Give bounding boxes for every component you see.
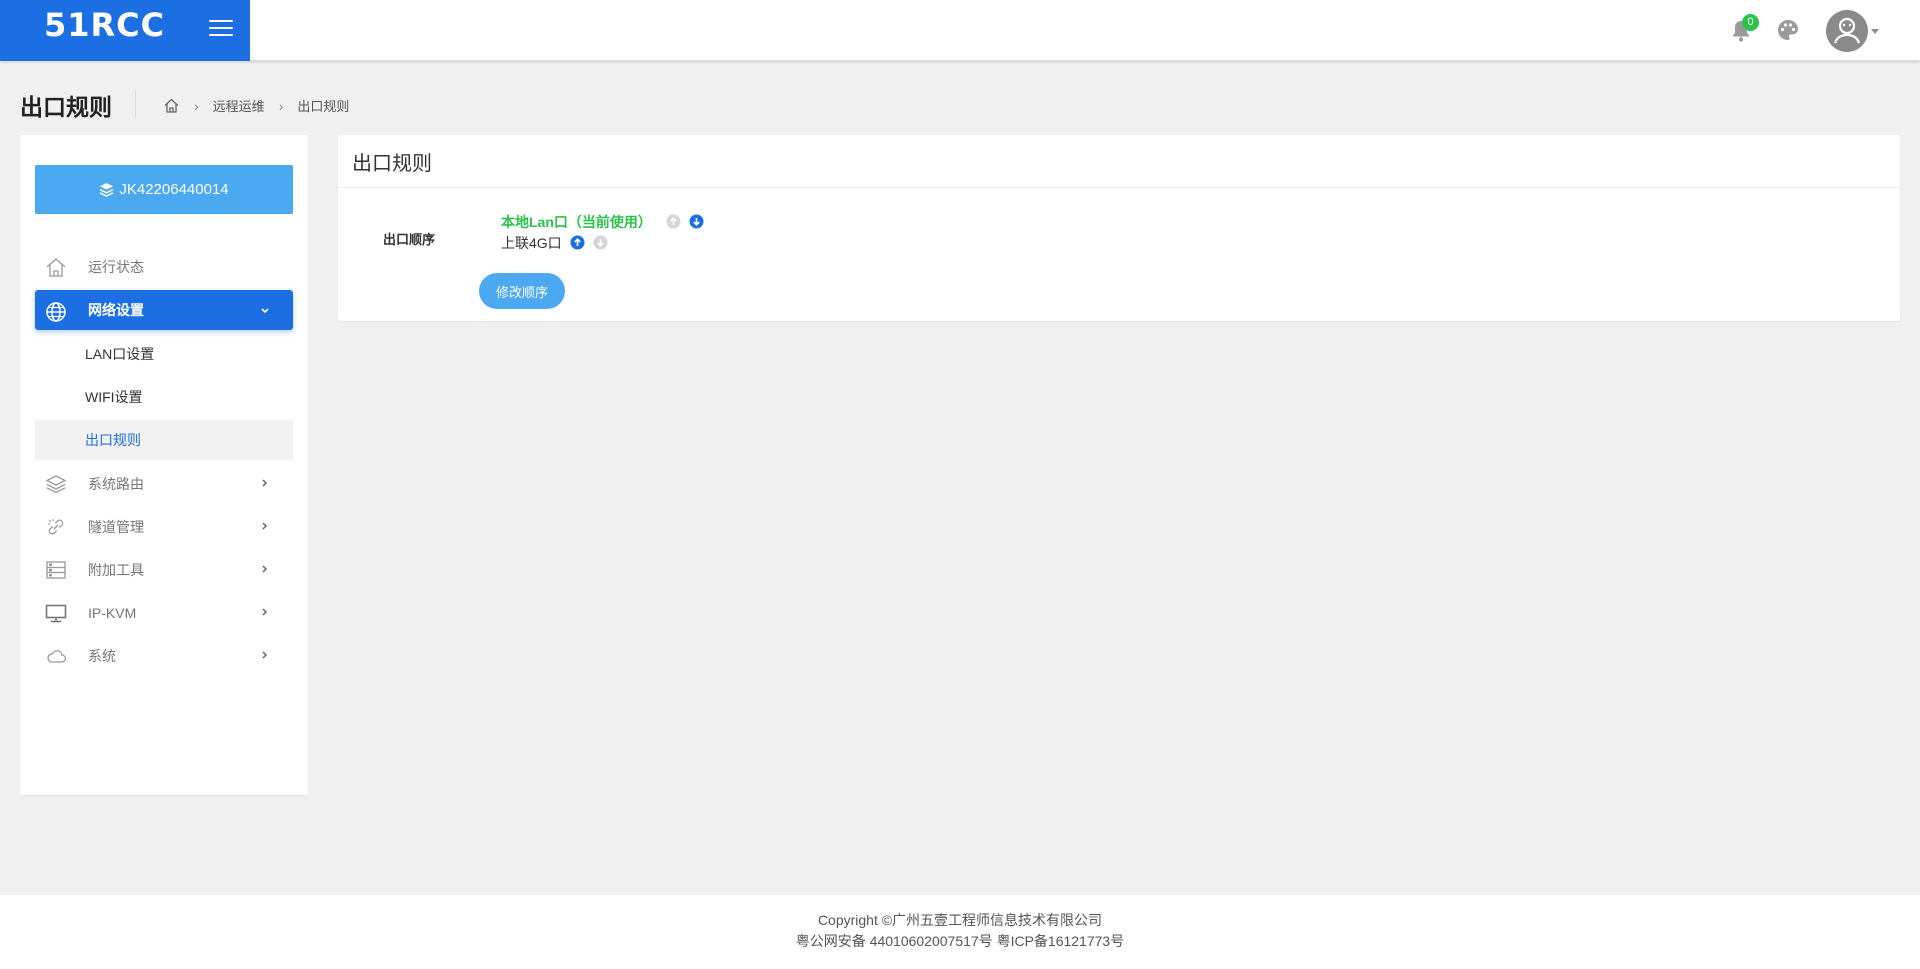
arrow-down-icon[interactable] bbox=[689, 214, 704, 229]
sidebar-item-label: IP-KVM bbox=[88, 604, 137, 621]
chevron-down-icon bbox=[261, 308, 269, 314]
chevron-right-icon bbox=[262, 479, 268, 487]
chevron-right-icon bbox=[262, 565, 268, 573]
chevron-right-icon bbox=[262, 651, 268, 659]
sidebar-item-label: 隧道管理 bbox=[88, 518, 144, 535]
sidebar-item-label: 系统路由 bbox=[88, 475, 144, 492]
card-title: 出口规则 bbox=[338, 135, 1900, 188]
device-id: JK42206440014 bbox=[119, 181, 229, 198]
sidebar-item-status[interactable]: 运行状态 bbox=[35, 245, 293, 288]
home-icon[interactable] bbox=[163, 97, 180, 114]
sidebar-item-routing[interactable]: 系统路由 bbox=[35, 462, 293, 505]
sidebar-menu: 运行状态 网络设置 LAN口设置 WIFI设置 出口规则 系统路由 隧道管理 附… bbox=[35, 245, 293, 677]
footer: Copyright ©广州五壹工程师信息技术有限公司 粤公网安备 4401060… bbox=[0, 895, 1920, 969]
sidebar-item-label: 网络设置 bbox=[88, 302, 144, 318]
chevron-right-icon: › bbox=[278, 97, 284, 114]
chevron-right-icon bbox=[262, 608, 268, 616]
top-bar: 51RCC 0 bbox=[0, 0, 1920, 61]
sidebar-item-tools[interactable]: 附加工具 bbox=[35, 548, 293, 591]
sidebar-subitem-wifi[interactable]: WIFI设置 bbox=[35, 375, 293, 418]
cloud-icon bbox=[47, 650, 67, 663]
sidebar: JK42206440014 运行状态 网络设置 LAN口设置 WIFI设置 出口… bbox=[20, 135, 308, 795]
sidebar-item-label: 运行状态 bbox=[88, 258, 144, 275]
chevron-down-icon[interactable] bbox=[1871, 29, 1879, 34]
chevron-right-icon: › bbox=[194, 97, 199, 114]
exit-rules-card: 出口规则 出口顺序 本地Lan口（当前使用） 上联4G口 修改顺序 bbox=[338, 135, 1900, 321]
globe-icon bbox=[46, 302, 66, 322]
list-item: 本地Lan口（当前使用） bbox=[501, 211, 712, 232]
chevron-right-icon bbox=[262, 522, 268, 530]
sidebar-item-network[interactable]: 网络设置 bbox=[35, 290, 293, 330]
sidebar-item-label: 附加工具 bbox=[88, 561, 144, 578]
exit-item-name: 上联4G口 bbox=[501, 234, 562, 251]
breadcrumb-item-current: 出口规则 bbox=[297, 99, 350, 114]
copyright-text: Copyright ©广州五壹工程师信息技术有限公司 bbox=[817, 912, 1103, 928]
exit-order-list: 本地Lan口（当前使用） 上联4G口 bbox=[501, 211, 712, 253]
list-item: 上联4G口 bbox=[501, 232, 712, 253]
arrow-down-icon[interactable] bbox=[593, 235, 608, 250]
link-icon bbox=[48, 519, 64, 535]
sidebar-subitem-exit-rules[interactable]: 出口规则 bbox=[35, 420, 293, 460]
icp-text[interactable]: 粤公网安备 44010602007517号 粤ICP备16121773号 bbox=[0, 931, 1920, 952]
layers-icon bbox=[45, 475, 67, 494]
notification-badge: 0 bbox=[1742, 14, 1759, 31]
sidebar-item-tunnel[interactable]: 隧道管理 bbox=[35, 505, 293, 548]
arrow-up-icon[interactable] bbox=[570, 235, 585, 250]
sidebar-subitem-lan[interactable]: LAN口设置 bbox=[35, 332, 293, 375]
modify-order-button[interactable]: 修改顺序 bbox=[479, 273, 565, 309]
sidebar-item-system[interactable]: 系统 bbox=[35, 634, 293, 677]
layers-icon bbox=[99, 182, 114, 197]
exit-item-name: 本地Lan口（当前使用） bbox=[501, 213, 652, 230]
user-avatar[interactable] bbox=[1826, 10, 1868, 52]
breadcrumb: › 远程运维 › 出口规则 bbox=[163, 96, 349, 115]
exit-order-label: 出口顺序 bbox=[383, 232, 436, 247]
tools-icon bbox=[46, 561, 66, 579]
sidebar-item-ipkvm[interactable]: IP-KVM bbox=[35, 591, 293, 634]
logo: 51RCC bbox=[44, 6, 166, 44]
arrow-up-icon[interactable] bbox=[666, 214, 681, 229]
sidebar-item-label: 系统 bbox=[88, 647, 116, 664]
breadcrumb-item[interactable]: 远程运维 bbox=[213, 96, 265, 115]
brand-area: 51RCC bbox=[0, 0, 250, 61]
page-title: 出口规则 bbox=[20, 94, 112, 120]
device-button[interactable]: JK42206440014 bbox=[35, 165, 293, 214]
divider bbox=[135, 90, 136, 118]
monitor-icon bbox=[45, 604, 67, 623]
home-icon bbox=[46, 258, 66, 277]
menu-toggle-icon[interactable] bbox=[209, 20, 233, 40]
palette-icon[interactable] bbox=[1776, 18, 1800, 42]
